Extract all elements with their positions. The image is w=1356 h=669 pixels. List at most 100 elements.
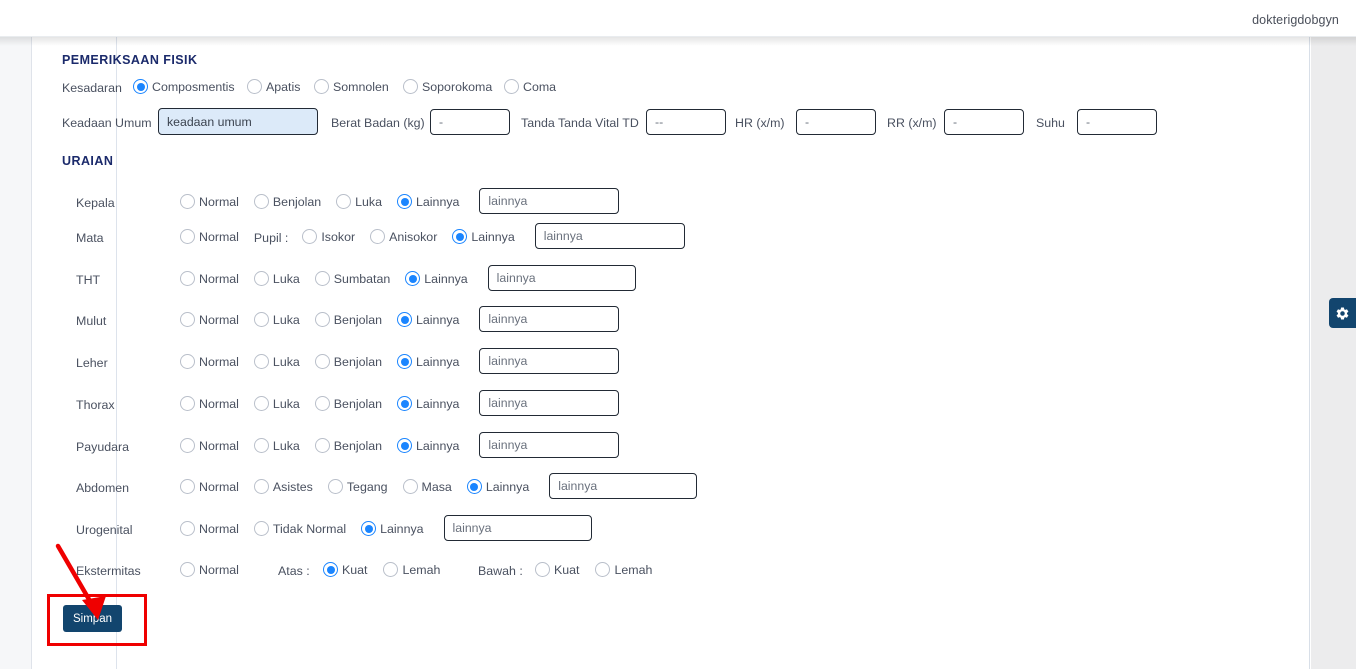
kesadaran-coma-radio[interactable] <box>504 79 519 94</box>
current-user-label[interactable]: dokterigdobgyn <box>1252 13 1339 27</box>
uraian-leher-benjolan-label[interactable]: Benjolan <box>334 355 382 370</box>
uraian-tht-normal-label[interactable]: Normal <box>199 272 239 287</box>
uraian-input-leher[interactable] <box>479 348 619 374</box>
uraian-mulut-normal-label[interactable]: Normal <box>199 313 239 328</box>
uraian-kepala-benjolan-radio[interactable] <box>254 194 269 209</box>
uraian-mulut-lainnya-label[interactable]: Lainnya <box>416 313 459 328</box>
uraian-thorax-normal-label[interactable]: Normal <box>199 397 239 412</box>
uraian-abdomen-asistes-radio[interactable] <box>254 479 269 494</box>
kesadaran-somnolen-radio[interactable] <box>314 79 329 94</box>
kesadaran-coma-label[interactable]: Coma <box>523 80 556 95</box>
uraian-mulut-benjolan-radio[interactable] <box>315 312 330 327</box>
uraian-leher-normal-radio[interactable] <box>180 354 195 369</box>
uraian-abdomen-masa-radio[interactable] <box>403 479 418 494</box>
uraian-leher-normal-label[interactable]: Normal <box>199 355 239 370</box>
kesadaran-soporokoma-radio[interactable] <box>403 79 418 94</box>
ekstermitas-normal-label[interactable]: Normal <box>199 563 239 578</box>
uraian-urogenital-lainnya-label[interactable]: Lainnya <box>380 522 423 537</box>
uraian-urogenital-normal-label[interactable]: Normal <box>199 522 239 537</box>
ekstermitas-atas-kuat-radio[interactable] <box>323 562 338 577</box>
uraian-payudara-luka-radio[interactable] <box>254 438 269 453</box>
ekstermitas-atas-kuat-label[interactable]: Kuat <box>342 563 368 578</box>
uraian-tht-lainnya-label[interactable]: Lainnya <box>424 272 467 287</box>
ekstermitas-bawah-kuat-radio[interactable] <box>535 562 550 577</box>
uraian-input-urogenital[interactable] <box>444 515 592 541</box>
save-button[interactable]: Simpan <box>63 605 122 632</box>
uraian-abdomen-asistes-label[interactable]: Asistes <box>273 480 313 495</box>
uraian-abdomen-masa-label[interactable]: Masa <box>422 480 452 495</box>
kesadaran-composmentis-label[interactable]: Composmentis <box>152 80 235 95</box>
uraian-input-payudara[interactable] <box>479 432 619 458</box>
uraian-mata-lainnya-label[interactable]: Lainnya <box>471 230 514 245</box>
uraian-payudara-benjolan-label[interactable]: Benjolan <box>334 439 382 454</box>
uraian-mulut-benjolan-label[interactable]: Benjolan <box>334 313 382 328</box>
uraian-mulut-luka-radio[interactable] <box>254 312 269 327</box>
settings-tab-button[interactable] <box>1329 298 1356 328</box>
uraian-input-abdomen[interactable] <box>549 473 697 499</box>
rr-input[interactable] <box>944 109 1024 135</box>
uraian-tht-luka-label[interactable]: Luka <box>273 272 300 287</box>
td-input[interactable] <box>646 109 726 135</box>
berat-badan-input[interactable] <box>430 109 510 135</box>
suhu-input[interactable] <box>1077 109 1157 135</box>
uraian-payudara-lainnya-label[interactable]: Lainnya <box>416 439 459 454</box>
ekstermitas-atas-lemah-label[interactable]: Lemah <box>402 563 440 578</box>
kesadaran-composmentis-radio[interactable] <box>133 79 148 94</box>
uraian-abdomen-normal-radio[interactable] <box>180 479 195 494</box>
uraian-payudara-lainnya-radio[interactable] <box>397 438 412 453</box>
kesadaran-apatis-radio[interactable] <box>247 79 262 94</box>
ekstermitas-bawah-lemah-label[interactable]: Lemah <box>614 563 652 578</box>
uraian-leher-benjolan-radio[interactable] <box>315 354 330 369</box>
uraian-tht-sumbatan-radio[interactable] <box>315 271 330 286</box>
kesadaran-soporokoma-label[interactable]: Soporokoma <box>422 80 492 95</box>
uraian-payudara-normal-label[interactable]: Normal <box>199 439 239 454</box>
uraian-input-kepala[interactable] <box>479 188 619 214</box>
uraian-kepala-benjolan-label[interactable]: Benjolan <box>273 195 321 210</box>
uraian-abdomen-lainnya-radio[interactable] <box>467 479 482 494</box>
uraian-input-tht[interactable] <box>488 265 636 291</box>
uraian-mata-isokor-label[interactable]: Isokor <box>321 230 355 245</box>
uraian-urogenital-tidak-normal-radio[interactable] <box>254 521 269 536</box>
uraian-thorax-benjolan-label[interactable]: Benjolan <box>334 397 382 412</box>
uraian-leher-lainnya-label[interactable]: Lainnya <box>416 355 459 370</box>
uraian-urogenital-normal-radio[interactable] <box>180 521 195 536</box>
ekstermitas-normal-radio[interactable] <box>180 562 195 577</box>
ekstermitas-bawah-kuat-label[interactable]: Kuat <box>554 563 580 578</box>
uraian-payudara-luka-label[interactable]: Luka <box>273 439 300 454</box>
uraian-input-mulut[interactable] <box>479 306 619 332</box>
keadaan-umum-input[interactable] <box>158 108 318 135</box>
uraian-mulut-lainnya-radio[interactable] <box>397 312 412 327</box>
uraian-tht-normal-radio[interactable] <box>180 271 195 286</box>
uraian-input-thorax[interactable] <box>479 390 619 416</box>
uraian-thorax-benjolan-radio[interactable] <box>315 396 330 411</box>
uraian-kepala-luka-label[interactable]: Luka <box>355 195 382 210</box>
uraian-mata-normal-label[interactable]: Normal <box>199 230 239 245</box>
uraian-thorax-lainnya-radio[interactable] <box>397 396 412 411</box>
uraian-kepala-lainnya-label[interactable]: Lainnya <box>416 195 459 210</box>
uraian-thorax-normal-radio[interactable] <box>180 396 195 411</box>
uraian-payudara-normal-radio[interactable] <box>180 438 195 453</box>
uraian-kepala-normal-radio[interactable] <box>180 194 195 209</box>
uraian-abdomen-tegang-label[interactable]: Tegang <box>347 480 388 495</box>
uraian-payudara-benjolan-radio[interactable] <box>315 438 330 453</box>
uraian-leher-luka-radio[interactable] <box>254 354 269 369</box>
uraian-mulut-normal-radio[interactable] <box>180 312 195 327</box>
uraian-input-mata[interactable] <box>535 223 685 249</box>
uraian-tht-sumbatan-label[interactable]: Sumbatan <box>334 272 390 287</box>
uraian-tht-luka-radio[interactable] <box>254 271 269 286</box>
uraian-thorax-luka-label[interactable]: Luka <box>273 397 300 412</box>
uraian-leher-lainnya-radio[interactable] <box>397 354 412 369</box>
uraian-kepala-lainnya-radio[interactable] <box>397 194 412 209</box>
uraian-abdomen-normal-label[interactable]: Normal <box>199 480 239 495</box>
uraian-urogenital-tidak-normal-label[interactable]: Tidak Normal <box>273 522 346 537</box>
uraian-mulut-luka-label[interactable]: Luka <box>273 313 300 328</box>
uraian-mata-normal-radio[interactable] <box>180 229 195 244</box>
uraian-mata-anisokor-label[interactable]: Anisokor <box>389 230 437 245</box>
uraian-thorax-luka-radio[interactable] <box>254 396 269 411</box>
uraian-kepala-normal-label[interactable]: Normal <box>199 195 239 210</box>
uraian-leher-luka-label[interactable]: Luka <box>273 355 300 370</box>
uraian-thorax-lainnya-label[interactable]: Lainnya <box>416 397 459 412</box>
uraian-abdomen-tegang-radio[interactable] <box>328 479 343 494</box>
kesadaran-apatis-label[interactable]: Apatis <box>266 80 300 95</box>
kesadaran-somnolen-label[interactable]: Somnolen <box>333 80 389 95</box>
